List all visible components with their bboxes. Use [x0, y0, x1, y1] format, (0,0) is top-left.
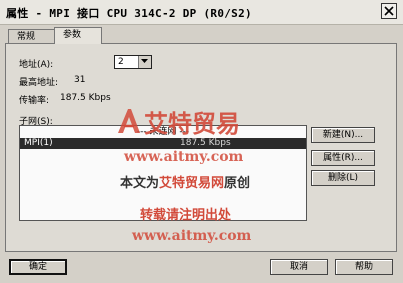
ok-button[interactable]: 确定 [9, 259, 67, 275]
dropdown-button[interactable] [138, 56, 151, 68]
highest-address-value: 31 [74, 75, 86, 85]
subnet-name: --- 未连网 --- [136, 127, 190, 137]
tab-general[interactable]: 常规 [8, 29, 56, 44]
subnet-list[interactable]: --- 未连网 --- MPI(1) 187.5 Kbps [19, 125, 307, 221]
address-value: 2 [118, 57, 124, 67]
window-title: 属性 - MPI 接口 CPU 314C-2 DP (R0/S2) [6, 7, 252, 20]
close-icon [384, 6, 394, 16]
title-bar: 属性 - MPI 接口 CPU 314C-2 DP (R0/S2) [0, 0, 403, 25]
highest-address-label: 最高地址: [19, 78, 59, 88]
chevron-down-icon [141, 59, 148, 63]
list-item-selected[interactable]: MPI(1) 187.5 Kbps [20, 138, 306, 149]
address-label: 地址(A): [19, 60, 54, 70]
baud-rate-label: 传输率: [19, 96, 50, 106]
subnet-name: MPI(1) [24, 138, 53, 148]
address-select[interactable]: 2 [114, 55, 152, 69]
properties-button[interactable]: 属性(R)... [311, 150, 375, 166]
tab-parameters[interactable]: 参数 [54, 27, 102, 44]
baud-rate-value: 187.5 Kbps [60, 93, 111, 103]
subnet-speed: 187.5 Kbps [180, 138, 231, 148]
help-button[interactable]: 帮助 [335, 259, 393, 275]
close-button[interactable] [381, 3, 397, 19]
cancel-button[interactable]: 取消 [270, 259, 328, 275]
list-item[interactable]: --- 未连网 --- [20, 127, 306, 138]
delete-button[interactable]: 删除(L) [311, 170, 375, 186]
new-button[interactable]: 新建(N)... [311, 127, 375, 143]
